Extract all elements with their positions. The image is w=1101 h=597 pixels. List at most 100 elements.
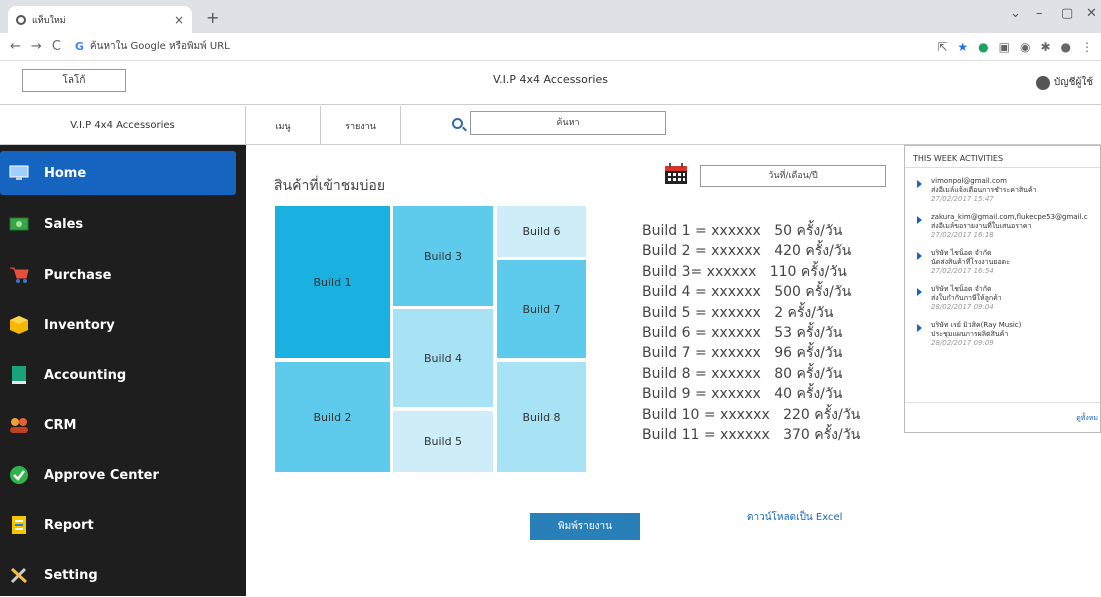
box-icon [8, 314, 30, 336]
menu-tab[interactable]: เมนู [246, 106, 321, 145]
sidebar: Home Sales Purchase Inventory Accounting… [0, 145, 246, 596]
minimize-icon[interactable]: – [1036, 6, 1043, 21]
activity-what: นัดส่งสินค้าที่โรงงานยอดะ [931, 258, 1010, 266]
visit-count-item: Build 1 = xxxxxx 50 ครั้ง/วัน [642, 223, 843, 239]
activities-panel: THIS WEEK ACTIVITIES vimonpol@gmail.com … [904, 145, 1101, 433]
extension-circle-icon[interactable]: ◉ [1020, 40, 1030, 54]
treemap-tile-build6[interactable]: Build 6 [497, 206, 586, 257]
treemap-tile-build8[interactable]: Build 8 [497, 362, 586, 472]
visit-count-item: Build 2 = xxxxxx 420 ครั้ง/วัน [642, 243, 852, 260]
treemap-tile-build1[interactable]: Build 1 [275, 206, 390, 358]
search-input[interactable]: ค้นหา [470, 111, 666, 135]
sidebar-item-crm[interactable]: CRM [0, 403, 236, 447]
report-tab[interactable]: รายงาน [321, 106, 401, 145]
omnibox-placeholder: ค้นหาใน Google หรือพิมพ์ URL [89, 41, 230, 52]
tools-icon [8, 564, 30, 586]
tab-close-icon[interactable]: × [174, 13, 184, 27]
activity-what: ส่งอีเมล์แจ้งเตือนการชำระค่าสินค้า [931, 186, 1037, 194]
sidebar-item-setting[interactable]: Setting [0, 553, 236, 597]
bullet-triangle-icon [917, 252, 922, 260]
browser-tab[interactable]: แท็บใหม่ × [8, 6, 192, 33]
visit-count-list: Build 1 = xxxxxx 50 ครั้ง/วัน Build 2 = … [642, 221, 860, 445]
page-title: สินค้าที่เข้าชมบ่อย [274, 178, 386, 194]
google-icon: G [74, 40, 84, 53]
book-icon [8, 364, 30, 386]
treemap-tile-build7[interactable]: Build 7 [497, 260, 586, 358]
visit-count-item: Build 9 = xxxxxx 40 ครั้ง/วัน [642, 386, 843, 403]
sidebar-item-purchase[interactable]: Purchase [0, 253, 236, 297]
activity-time: 28/02/2017 09:09 [931, 339, 994, 347]
app-title: V.I.P 4x4 Accessories [493, 73, 608, 86]
activity-item[interactable]: บริษัท เรย์ มิวสิค(Ray Music) ประชุมแผนก… [905, 321, 1100, 348]
share-icon[interactable]: ⇱ [937, 40, 947, 54]
sidebar-item-home[interactable]: Home [0, 151, 236, 195]
visit-count-item: Build 6 = xxxxxx 53 ครั้ง/วัน [642, 325, 843, 342]
treemap-tile-build2[interactable]: Build 2 [275, 362, 390, 472]
sub-header: V.I.P 4x4 Accessories เมนู รายงาน ค้นหา [0, 106, 1101, 145]
bullet-triangle-icon [917, 180, 922, 188]
visit-count-item: Build 3= xxxxxx 110 ครั้ง/วัน [642, 263, 847, 280]
forward-icon[interactable]: → [31, 39, 42, 54]
sidebar-item-accounting[interactable]: Accounting [0, 353, 236, 397]
activity-item[interactable]: บริษัท ไชน็อต จำกัด ส่งใบกำกับภาษีให้ลูก… [905, 285, 1100, 312]
activity-item[interactable]: zakura_kim@gmail.com,flukecpe53@gmail.c … [905, 213, 1100, 240]
sidebar-item-label: Accounting [44, 367, 127, 383]
sidebar-item-label: Inventory [44, 317, 115, 333]
sidebar-item-label: Setting [44, 567, 98, 583]
reload-icon[interactable]: C [52, 39, 61, 54]
visit-count-item: Build 10 = xxxxxx 220 ครั้ง/วัน [642, 406, 861, 423]
omnibox[interactable]: G ค้นหาใน Google หรือพิมพ์ URL [75, 39, 230, 54]
treemap-tile-build4[interactable]: Build 4 [393, 309, 493, 407]
sidebar-item-report[interactable]: Report [0, 503, 236, 547]
chrome-favicon-icon [16, 14, 26, 25]
sidebar-item-label: Approve Center [44, 467, 159, 483]
sidebar-item-approve-center[interactable]: Approve Center [0, 453, 236, 497]
close-window-icon[interactable]: ✕ [1086, 6, 1097, 21]
activity-item[interactable]: บริษัท ไชน็อต จำกัด นัดส่งสินค้าที่โรงงา… [905, 249, 1100, 276]
bullet-triangle-icon [917, 324, 922, 332]
extension-icons: ⇱ ★ ● ▣ ◉ ✱ ● ⋮ [937, 40, 1093, 54]
tab-title: แท็บใหม่ [32, 15, 66, 26]
view-all-link[interactable]: ดูทั้งหม [1076, 413, 1098, 424]
people-icon [8, 414, 30, 436]
sidebar-item-sales[interactable]: Sales [0, 202, 236, 246]
account-menu[interactable]: บัญชีผู้ใช้ [1035, 75, 1093, 90]
activity-what: ส่งใบกำกับภาษีให้ลูกค้า [931, 294, 1002, 302]
brand-label: V.I.P 4x4 Accessories [0, 106, 246, 145]
activity-what: ส่งอีเมล์ขอรายงานที่ใบเสนอราคา [931, 222, 1032, 230]
activity-who: zakura_kim@gmail.com,flukecpe53@gmail.c [931, 213, 1088, 221]
visit-count-item: Build 5 = xxxxxx 2 ครั้ง/วัน [642, 304, 834, 321]
download-excel-link[interactable]: ดาวน์โหลดเป็น Excel [747, 510, 842, 525]
sidebar-item-inventory[interactable]: Inventory [0, 303, 236, 347]
restore-icon[interactable]: ▢ [1061, 6, 1073, 21]
chevron-down-icon[interactable]: ⌄ [1010, 6, 1021, 21]
activity-time: 27/02/2017 15:47 [931, 195, 994, 203]
print-report-button[interactable]: พิมพ์รายงาน [530, 513, 640, 540]
treemap-tile-build5[interactable]: Build 5 [393, 411, 493, 472]
sidebar-item-label: CRM [44, 417, 77, 433]
menu-dots-icon[interactable]: ⋮ [1081, 40, 1093, 54]
bullet-triangle-icon [917, 216, 922, 224]
bookmark-star-icon[interactable]: ★ [957, 40, 968, 54]
activities-title: THIS WEEK ACTIVITIES [905, 146, 1100, 168]
calendar-icon[interactable] [664, 163, 688, 185]
visit-count-item: Build 8 = xxxxxx 80 ครั้ง/วัน [642, 365, 843, 382]
activity-who: vimonpol@gmail.com [931, 177, 1007, 185]
puzzle-icon[interactable]: ✱ [1040, 40, 1050, 54]
money-icon [8, 213, 30, 235]
new-tab-button[interactable]: + [206, 8, 219, 27]
date-input[interactable]: วันที่/เดือน/ปี [700, 165, 886, 187]
activity-who: บริษัท ไชน็อต จำกัด [931, 285, 992, 293]
visit-count-item: Build 7 = xxxxxx 96 ครั้ง/วัน [642, 345, 843, 362]
back-icon[interactable]: ← [10, 39, 21, 54]
profile-icon[interactable]: ● [1061, 40, 1071, 54]
visit-count-item: Build 11 = xxxxxx 370 ครั้ง/วัน [642, 427, 861, 444]
activity-item[interactable]: vimonpol@gmail.com ส่งอีเมล์แจ้งเตือนการ… [905, 177, 1100, 204]
activity-who: บริษัท ไชน็อต จำกัด [931, 249, 992, 257]
extension-green-icon[interactable]: ● [978, 40, 988, 54]
extension-square-icon[interactable]: ▣ [999, 40, 1010, 54]
search-icon[interactable] [452, 118, 463, 129]
bullet-triangle-icon [917, 288, 922, 296]
sidebar-item-label: Report [44, 517, 94, 533]
treemap-tile-build3[interactable]: Build 3 [393, 206, 493, 306]
